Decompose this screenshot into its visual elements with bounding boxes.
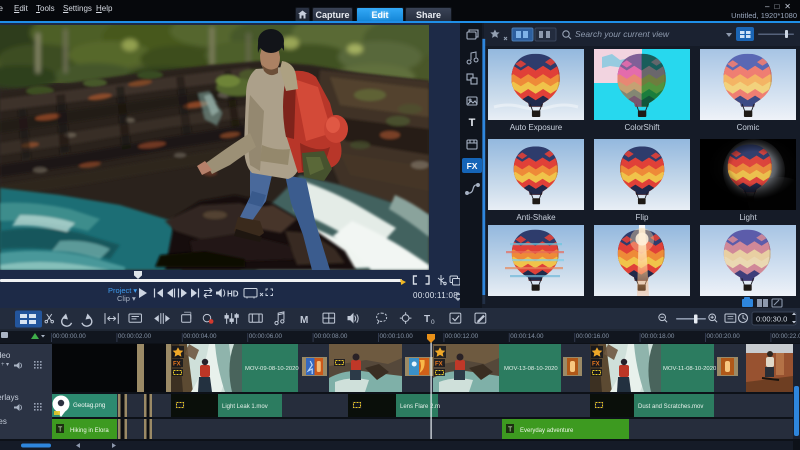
svg-text:Lens Flare 2.m: Lens Flare 2.m	[400, 404, 440, 410]
svg-text:FX: FX	[592, 362, 600, 368]
svg-text:Hiking in Elora: Hiking in Elora	[70, 428, 109, 434]
svg-text:Titles: Titles	[0, 417, 7, 426]
svg-text:MOV-11-08-10-2020: MOV-11-08-10-2020	[663, 366, 717, 372]
svg-text:00:00:08.00: 00:00:08.00	[314, 333, 348, 340]
svg-text:T: T	[424, 314, 430, 325]
svg-text:T: T	[508, 427, 513, 434]
svg-text:00:00:06.00: 00:00:06.00	[249, 333, 283, 340]
svg-text:00:00:02.00: 00:00:02.00	[118, 333, 152, 340]
svg-text:0: 0	[431, 319, 435, 326]
svg-text:Geotag.png: Geotag.png	[73, 402, 106, 409]
svg-text:00:00:14.00: 00:00:14.00	[510, 333, 544, 340]
svg-text:T: T	[58, 427, 63, 434]
svg-text:Video: Video	[0, 351, 11, 360]
svg-text:M: M	[300, 315, 308, 326]
svg-text:FX: FX	[173, 362, 181, 368]
svg-text:FX: FX	[467, 161, 478, 171]
svg-text:MOV-09-08-10-2020: MOV-09-08-10-2020	[245, 366, 299, 372]
svg-text:Dust and Scratches.mov: Dust and Scratches.mov	[638, 404, 703, 410]
svg-text:Search your current view: Search your current view	[575, 29, 670, 39]
svg-text:00:00:10.00: 00:00:10.00	[380, 333, 414, 340]
svg-text:T: T	[469, 117, 476, 129]
svg-text:FX: FX	[435, 362, 443, 368]
svg-text:Overlays: Overlays	[0, 393, 19, 402]
svg-text:00:00:04.00: 00:00:04.00	[183, 333, 217, 340]
svg-text:+: +	[1, 362, 5, 368]
svg-text:00:00:16.00: 00:00:16.00	[576, 333, 610, 340]
svg-text:00:00:12.00: 00:00:12.00	[445, 333, 479, 340]
svg-text:00:00:18.00: 00:00:18.00	[641, 333, 675, 340]
svg-text:00:00:00.00: 00:00:00.00	[53, 333, 87, 340]
svg-text:00:00:20.00: 00:00:20.00	[707, 333, 741, 340]
svg-text:0:00:30.0: 0:00:30.0	[756, 315, 787, 324]
svg-text:HD: HD	[227, 290, 239, 299]
svg-text:Everyday adventure: Everyday adventure	[520, 428, 574, 434]
svg-text:MOV-13-08-10-2020: MOV-13-08-10-2020	[504, 366, 558, 372]
svg-text:00:00:22.00: 00:00:22.00	[772, 333, 800, 340]
svg-text:Light Leak 1.mov: Light Leak 1.mov	[222, 404, 268, 410]
svg-text:▾: ▾	[6, 362, 9, 368]
